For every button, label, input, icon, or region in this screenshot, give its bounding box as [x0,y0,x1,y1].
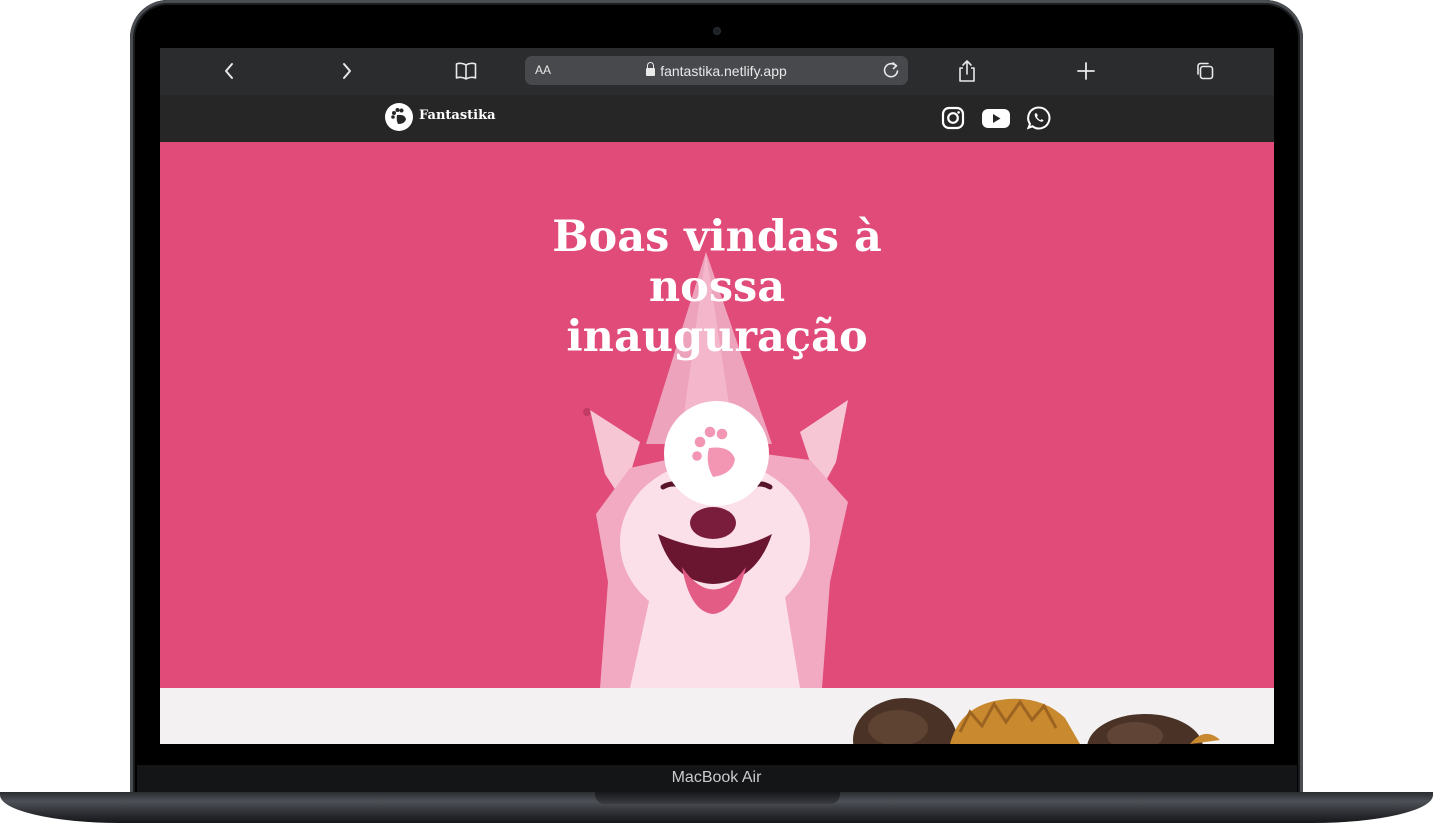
address-bar[interactable]: AA fantastika.netlify.app [525,56,908,85]
hero-section: Boas vindas à nossa inauguração [160,142,1274,688]
chevron-left-icon[interactable] [217,59,241,83]
lock-icon [646,62,656,76]
screen: AA fantastika.netlify.app Fantastika Boa… [160,48,1274,744]
site-header: Fantastika [160,95,1274,142]
paw-badge-icon[interactable] [664,401,769,506]
tabs-icon[interactable] [1193,59,1217,83]
browser-toolbar: AA fantastika.netlify.app [160,48,1274,95]
device-label: MacBook Air [671,769,762,786]
instagram-icon[interactable] [940,105,966,131]
camera-icon [713,27,721,35]
url-text: fantastika.netlify.app [660,63,787,79]
reload-icon[interactable] [880,59,902,81]
plus-icon[interactable] [1074,59,1098,83]
book-icon[interactable] [454,59,478,83]
youtube-icon[interactable] [981,105,1011,131]
lid-notch [595,792,840,804]
paw-logo-icon[interactable] [385,103,413,131]
next-section-preview [160,688,1274,744]
url-display[interactable]: fantastika.netlify.app [525,62,908,79]
brand-name[interactable]: Fantastika [419,108,496,123]
whatsapp-icon[interactable] [1026,105,1052,131]
share-icon[interactable] [955,59,979,83]
dogs-photo-peek [853,698,1220,744]
chevron-right-icon[interactable] [335,59,359,83]
hero-headline: Boas vindas à nossa inauguração [552,212,882,362]
